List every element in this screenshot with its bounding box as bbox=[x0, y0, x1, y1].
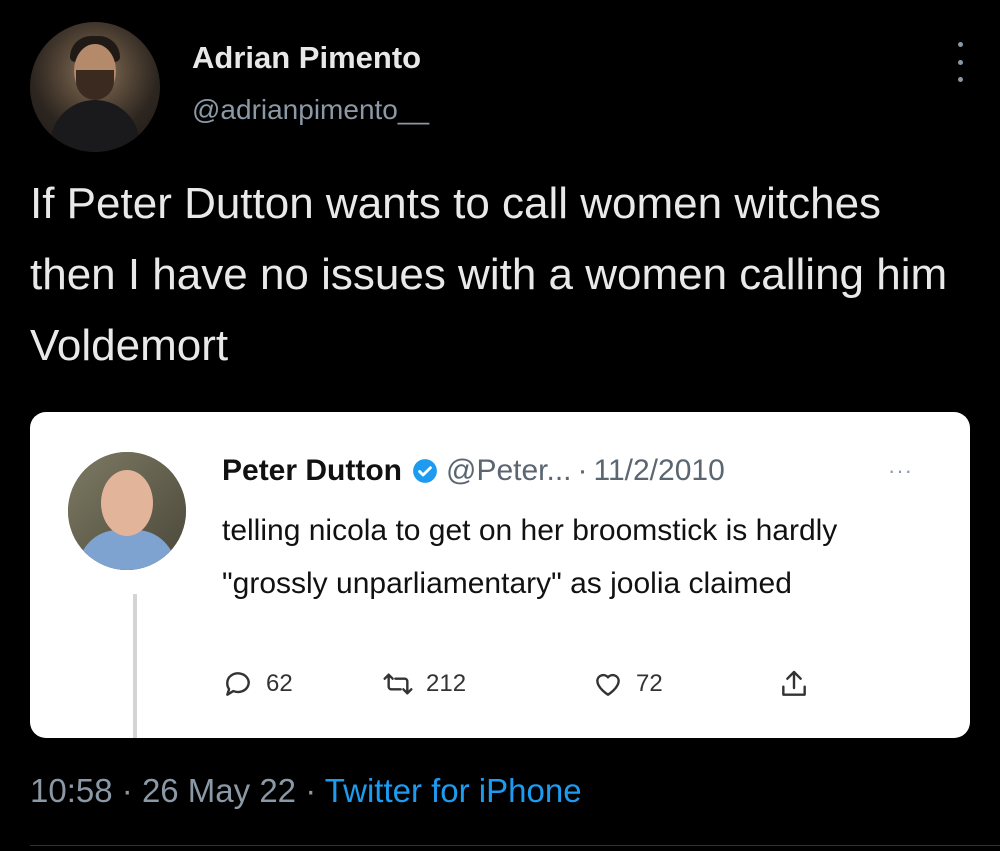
reply-count: 62 bbox=[266, 670, 293, 697]
quoted-tweet-card[interactable]: Peter Dutton @Peter... · 11/2/2010 ··· t… bbox=[30, 412, 970, 738]
share-icon bbox=[782, 670, 806, 696]
retweet-count: 212 bbox=[426, 670, 467, 697]
divider bbox=[30, 845, 1000, 846]
tweet-time[interactable]: 10:58 bbox=[30, 772, 113, 809]
more-vertical-icon[interactable] bbox=[950, 42, 970, 82]
quoted-author-name[interactable]: Peter Dutton bbox=[222, 454, 402, 488]
retweet-icon bbox=[383, 673, 413, 695]
tweet-header: Adrian Pimento @adrianpimento__ bbox=[30, 22, 970, 152]
like-count: 72 bbox=[636, 670, 663, 697]
share-button[interactable] bbox=[778, 668, 822, 700]
reply-icon bbox=[226, 672, 250, 696]
quoted-tweet-actions: 62 212 72 bbox=[222, 668, 862, 708]
quoted-author-handle[interactable]: @Peter... bbox=[446, 454, 572, 488]
heart-icon bbox=[596, 673, 620, 696]
reply-button[interactable]: 62 bbox=[222, 668, 293, 700]
tweet-text: If Peter Dutton wants to call women witc… bbox=[30, 179, 948, 370]
quoted-tweet-header: Peter Dutton @Peter... · 11/2/2010 bbox=[222, 454, 725, 488]
separator-dot: · bbox=[577, 454, 588, 487]
author-handle[interactable]: @adrianpimento__ bbox=[192, 94, 429, 126]
tweet-date[interactable]: 26 May 22 bbox=[142, 772, 296, 809]
author-avatar[interactable] bbox=[30, 22, 160, 152]
tweet-meta: 10:58 · 26 May 22 · Twitter for iPhone bbox=[30, 772, 582, 810]
quoted-tweet-date[interactable]: 11/2/2010 bbox=[594, 454, 725, 488]
tweet-source-link[interactable]: Twitter for iPhone bbox=[325, 772, 582, 809]
separator-dot: · bbox=[121, 772, 133, 809]
verified-badge-icon bbox=[413, 459, 437, 483]
author-name[interactable]: Adrian Pimento bbox=[192, 40, 421, 76]
like-button[interactable]: 72 bbox=[592, 668, 663, 700]
quoted-tweet-text: telling nicola to get on her broomstick … bbox=[222, 514, 838, 600]
separator-dot: · bbox=[305, 772, 317, 809]
thread-line bbox=[133, 594, 137, 738]
quoted-author-avatar[interactable] bbox=[68, 452, 186, 570]
retweet-button[interactable]: 212 bbox=[382, 668, 466, 700]
more-horizontal-icon[interactable]: ··· bbox=[888, 458, 913, 484]
